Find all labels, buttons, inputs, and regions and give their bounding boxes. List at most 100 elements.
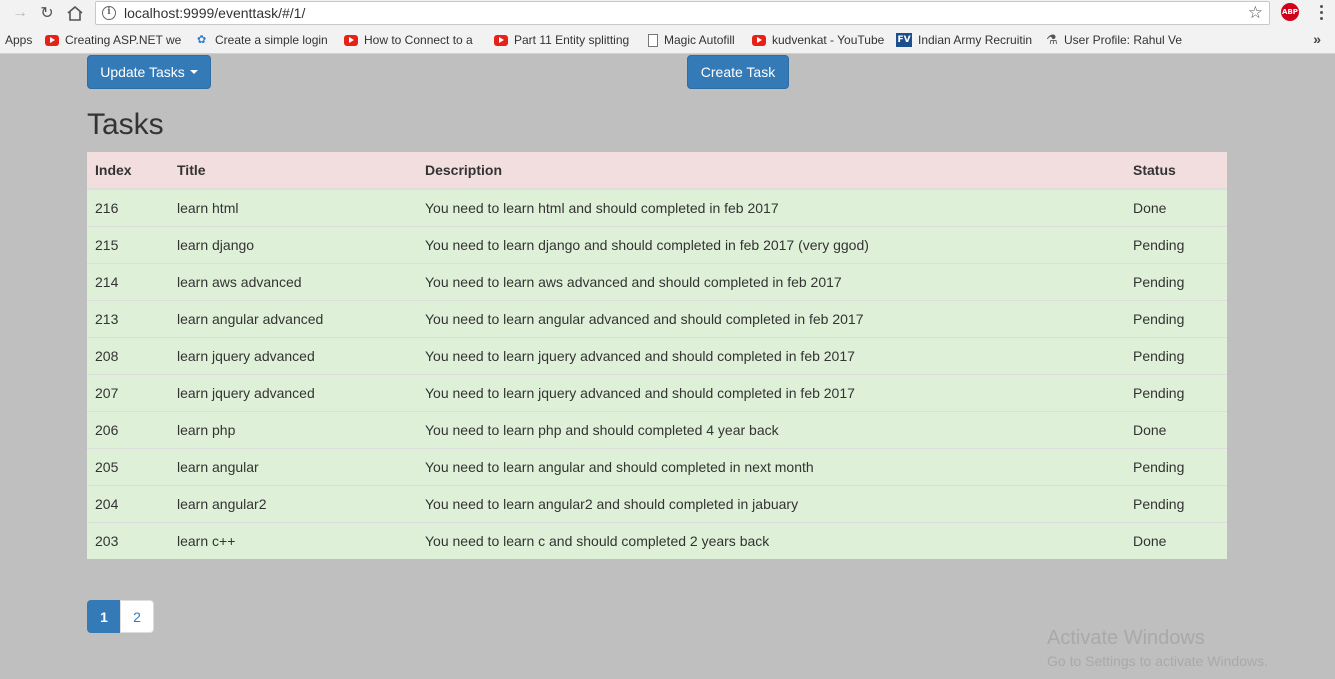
- fv-icon: FV: [896, 33, 912, 47]
- header-title: Title: [169, 152, 417, 190]
- header-status: Status: [1125, 152, 1227, 190]
- bookmark-item[interactable]: kudvenkat - YouTube: [752, 30, 888, 50]
- cell-description: You need to learn html and should comple…: [417, 188, 1125, 226]
- cell-description: You need to learn jquery advanced and sh…: [417, 336, 1125, 374]
- table-row[interactable]: 205 learn angular You need to learn angula…: [87, 447, 1227, 485]
- watermark-title: Activate Windows: [1047, 627, 1205, 649]
- cell-title: learn aws advanced: [169, 262, 417, 300]
- youtube-icon: [494, 34, 508, 46]
- kebab-menu-icon[interactable]: [1316, 2, 1326, 22]
- home-icon[interactable]: [65, 3, 85, 23]
- bookmark-label: Magic Autofill: [664, 33, 735, 47]
- address-bar[interactable]: i localhost:9999/eventtask/#/1/ ☆: [95, 1, 1270, 25]
- back-arrow-icon[interactable]: →: [10, 3, 30, 23]
- cell-index: 207: [87, 373, 169, 411]
- bookmarks-bar: Apps Creating ASP.NET wel ✿ Create a sim…: [0, 26, 1335, 54]
- cell-index: 208: [87, 336, 169, 374]
- table-header-row: Index Title Description Status: [87, 152, 1227, 190]
- cell-status: Pending: [1125, 484, 1227, 522]
- cell-status: Pending: [1125, 225, 1227, 263]
- cell-index: 205: [87, 447, 169, 485]
- bookmark-item[interactable]: Magic Autofill: [648, 30, 744, 50]
- cell-title: learn jquery advanced: [169, 336, 417, 374]
- info-icon[interactable]: i: [102, 6, 116, 20]
- cell-index: 213: [87, 299, 169, 337]
- cell-index: 214: [87, 262, 169, 300]
- table-row[interactable]: 204 learn angular2 You need to learn angul…: [87, 484, 1227, 522]
- pagination: 1 2: [87, 600, 154, 633]
- create-task-label: Create Task: [700, 64, 776, 80]
- table-row[interactable]: 207 learn jquery advanced You need to lear…: [87, 373, 1227, 411]
- table-row[interactable]: 206 learn php You need to learn php and sh…: [87, 410, 1227, 448]
- bookmark-label: User Profile: Rahul Ve: [1064, 33, 1183, 47]
- table-row[interactable]: 203 learn c++ You need to learn c and shou…: [87, 521, 1227, 559]
- cell-title: learn php: [169, 410, 417, 448]
- page-2-link[interactable]: 2: [120, 600, 154, 633]
- cell-title: learn angular2: [169, 484, 417, 522]
- update-tasks-label: Update Tasks: [100, 64, 185, 80]
- header-description: Description: [417, 152, 1125, 190]
- bookmark-label: kudvenkat - YouTube: [772, 33, 885, 47]
- bookmark-item[interactable]: ✿ Create a simple login: [197, 30, 328, 50]
- youtube-icon: [752, 34, 766, 46]
- page-title: Tasks: [87, 108, 164, 141]
- cell-description: You need to learn angular2 and should co…: [417, 484, 1125, 522]
- cell-description: You need to learn django and should comp…: [417, 225, 1125, 263]
- cell-description: You need to learn php and should complet…: [417, 410, 1125, 448]
- bookmark-label: Indian Army Recruitin: [918, 33, 1033, 47]
- bookmark-label: Create a simple login: [215, 33, 328, 47]
- table-row[interactable]: 213 learn angular advanced You need to lea…: [87, 299, 1227, 337]
- youtube-icon: [45, 34, 59, 46]
- bookmark-label: Apps: [5, 33, 33, 47]
- update-tasks-dropdown-button[interactable]: Update Tasks: [87, 55, 211, 89]
- cell-index: 215: [87, 225, 169, 263]
- table-row[interactable]: 208 learn jquery advanced You need to lear…: [87, 336, 1227, 374]
- tasks-table: Index Title Description Status 216 learn …: [87, 152, 1227, 559]
- cell-description: You need to learn c and should completed…: [417, 521, 1125, 559]
- bookmark-item[interactable]: Creating ASP.NET wel: [45, 30, 181, 50]
- url-text[interactable]: localhost:9999/eventtask/#/1/: [124, 5, 305, 21]
- cell-title: learn angular advanced: [169, 299, 417, 337]
- bookmark-label: How to Connect to a: [364, 33, 473, 47]
- bookmark-item[interactable]: FV Indian Army Recruitin: [896, 30, 1034, 50]
- bookmark-item[interactable]: Part 11 Entity splitting: [494, 30, 632, 50]
- bookmarks-overflow-icon[interactable]: »: [1313, 31, 1321, 47]
- document-icon: [648, 33, 658, 47]
- cell-title: learn c++: [169, 521, 417, 559]
- cell-index: 216: [87, 188, 169, 226]
- cell-title: learn django: [169, 225, 417, 263]
- windows-activation-watermark: Activate Windows Go to Settings to activ…: [1047, 627, 1268, 669]
- table-row[interactable]: 215 learn django You need to learn django …: [87, 225, 1227, 263]
- watermark-subtitle: Go to Settings to activate Windows.: [1047, 653, 1268, 669]
- create-task-button[interactable]: Create Task: [687, 55, 789, 89]
- adblock-plus-icon[interactable]: ABP: [1281, 3, 1299, 21]
- cell-description: You need to learn angular and should com…: [417, 447, 1125, 485]
- cell-status: Pending: [1125, 262, 1227, 300]
- cell-description: You need to learn jquery advanced and sh…: [417, 373, 1125, 411]
- bookmark-item[interactable]: How to Connect to a: [344, 30, 482, 50]
- bookmark-star-icon[interactable]: ☆: [1248, 3, 1263, 23]
- bookmark-label: Creating ASP.NET wel: [65, 33, 181, 47]
- cell-status: Done: [1125, 410, 1227, 448]
- table-row[interactable]: 216 learn html You need to learn html and …: [87, 188, 1227, 226]
- cell-index: 206: [87, 410, 169, 448]
- cell-status: Pending: [1125, 299, 1227, 337]
- bookmark-item[interactable]: ⚗ User Profile: Rahul Ve: [1046, 30, 1186, 50]
- page-1-link[interactable]: 1: [87, 600, 121, 633]
- header-index: Index: [87, 152, 169, 190]
- page-content: Update Tasks Create Task Tasks Index Tit…: [0, 55, 1335, 679]
- swirl-icon: ✿: [197, 34, 207, 46]
- bookmark-apps[interactable]: Apps: [5, 30, 32, 50]
- reload-icon[interactable]: ↻: [37, 3, 57, 23]
- cell-status: Done: [1125, 521, 1227, 559]
- bookmark-label: Part 11 Entity splitting: [514, 33, 630, 47]
- cell-description: You need to learn angular advanced and s…: [417, 299, 1125, 337]
- cell-index: 204: [87, 484, 169, 522]
- caret-down-icon: [189, 70, 198, 74]
- cell-status: Pending: [1125, 373, 1227, 411]
- table-row[interactable]: 214 learn aws advanced You need to learn a…: [87, 262, 1227, 300]
- cell-title: learn html: [169, 188, 417, 226]
- cell-status: Done: [1125, 188, 1227, 226]
- cell-description: You need to learn aws advanced and shoul…: [417, 262, 1125, 300]
- cell-status: Pending: [1125, 336, 1227, 374]
